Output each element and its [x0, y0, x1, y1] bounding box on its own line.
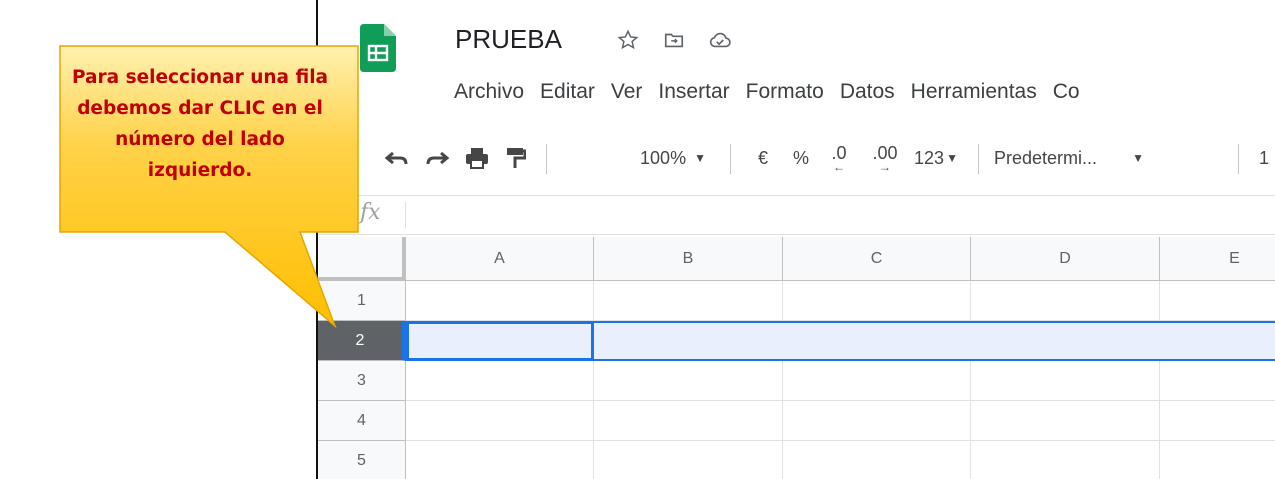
column-header-e[interactable]: E: [1160, 237, 1275, 281]
cell-a4[interactable]: [406, 401, 594, 441]
move-to-folder-icon[interactable]: [662, 26, 686, 54]
active-cell-a2[interactable]: [406, 321, 594, 361]
redo-icon[interactable]: [420, 132, 454, 184]
callout-text: Para seleccionar una fila debemos dar CL…: [71, 67, 329, 181]
font-family-value: Predetermi...: [994, 147, 1098, 168]
cell-e5[interactable]: [1160, 441, 1275, 479]
chevron-down-icon: ▼: [694, 151, 706, 165]
spreadsheet-grid: A B C D E 1 2 3 4 5: [318, 237, 1275, 479]
cloud-saved-icon[interactable]: [708, 26, 732, 54]
row-header-5[interactable]: 5: [318, 441, 406, 479]
zoom-select[interactable]: 100% ▼: [618, 132, 728, 184]
increase-decimals-button[interactable]: .00 →: [864, 132, 906, 184]
row-header-4[interactable]: 4: [318, 401, 406, 441]
toolbar-divider: [546, 144, 547, 174]
cell-b4[interactable]: [594, 401, 783, 441]
cell-a3[interactable]: [406, 361, 594, 401]
menu-complementos[interactable]: Co: [1053, 80, 1080, 104]
menu-datos[interactable]: Datos: [840, 80, 895, 104]
paint-format-icon[interactable]: [500, 132, 530, 184]
toolbar: 100% ▼ € % .0 ← .00 → 123 ▼ Predetermi... ▼…: [318, 132, 1275, 184]
zoom-value: 100%: [640, 147, 687, 168]
column-header-b[interactable]: B: [594, 237, 783, 281]
number-format-select[interactable]: 123 ▼: [906, 132, 966, 184]
menu-herramientas[interactable]: Herramientas: [911, 80, 1037, 104]
cell-b3[interactable]: [594, 361, 783, 401]
formula-bar-divider: [405, 202, 406, 228]
cell-b1[interactable]: [594, 281, 783, 321]
cell-d5[interactable]: [971, 441, 1160, 479]
number-format-label: 123: [914, 147, 945, 168]
decrease-decimals-button[interactable]: .0 ←: [820, 132, 858, 184]
arrow-left-icon: ←: [833, 160, 845, 174]
star-icon[interactable]: [616, 26, 640, 54]
cell-c4[interactable]: [783, 401, 971, 441]
row-header-3[interactable]: 3: [318, 361, 406, 401]
row-header-2[interactable]: 2: [318, 321, 406, 361]
font-size-select[interactable]: 1: [1254, 132, 1274, 184]
menu-ver[interactable]: Ver: [611, 80, 643, 104]
cell-c3[interactable]: [783, 361, 971, 401]
undo-icon[interactable]: [380, 132, 414, 184]
print-icon[interactable]: [460, 132, 494, 184]
cell-c5[interactable]: [783, 441, 971, 479]
cell-e1[interactable]: [1160, 281, 1275, 321]
menu-archivo[interactable]: Archivo: [454, 80, 524, 104]
cell-a5[interactable]: [406, 441, 594, 479]
menu-editar[interactable]: Editar: [540, 80, 595, 104]
arrow-right-icon: →: [879, 160, 891, 174]
cell-a1[interactable]: [406, 281, 594, 321]
menu-bar: Archivo Editar Ver Insertar Formato Dato…: [454, 80, 1080, 104]
toolbar-divider: [978, 144, 979, 174]
cell-d3[interactable]: [971, 361, 1160, 401]
cell-b5[interactable]: [594, 441, 783, 479]
select-all-corner[interactable]: [318, 237, 406, 281]
column-header-c[interactable]: C: [783, 237, 971, 281]
chevron-down-icon: ▼: [946, 151, 958, 165]
sheets-logo-icon[interactable]: [360, 24, 396, 72]
cell-e4[interactable]: [1160, 401, 1275, 441]
cell-d1[interactable]: [971, 281, 1160, 321]
document-title[interactable]: PRUEBA: [455, 24, 562, 55]
fx-icon: fx: [360, 200, 381, 225]
percent-format-button[interactable]: %: [784, 132, 818, 184]
menu-formato[interactable]: Formato: [746, 80, 824, 104]
toolbar-divider: [1238, 144, 1239, 174]
google-sheets-window: PRUEBA Archivo Editar Ver Insertar Forma…: [316, 0, 1275, 479]
currency-format-button[interactable]: €: [746, 132, 780, 184]
column-header-d[interactable]: D: [971, 237, 1160, 281]
cell-c1[interactable]: [783, 281, 971, 321]
font-family-select[interactable]: Predetermi... ▼: [994, 132, 1144, 184]
column-header-a[interactable]: A: [406, 237, 594, 281]
row-header-1[interactable]: 1: [318, 281, 406, 321]
menu-insertar[interactable]: Insertar: [658, 80, 729, 104]
cell-e3[interactable]: [1160, 361, 1275, 401]
cell-d4[interactable]: [971, 401, 1160, 441]
formula-bar: fx: [318, 195, 1275, 235]
chevron-down-icon: ▼: [1132, 151, 1144, 165]
title-actions: [616, 26, 732, 54]
toolbar-divider: [730, 144, 731, 174]
